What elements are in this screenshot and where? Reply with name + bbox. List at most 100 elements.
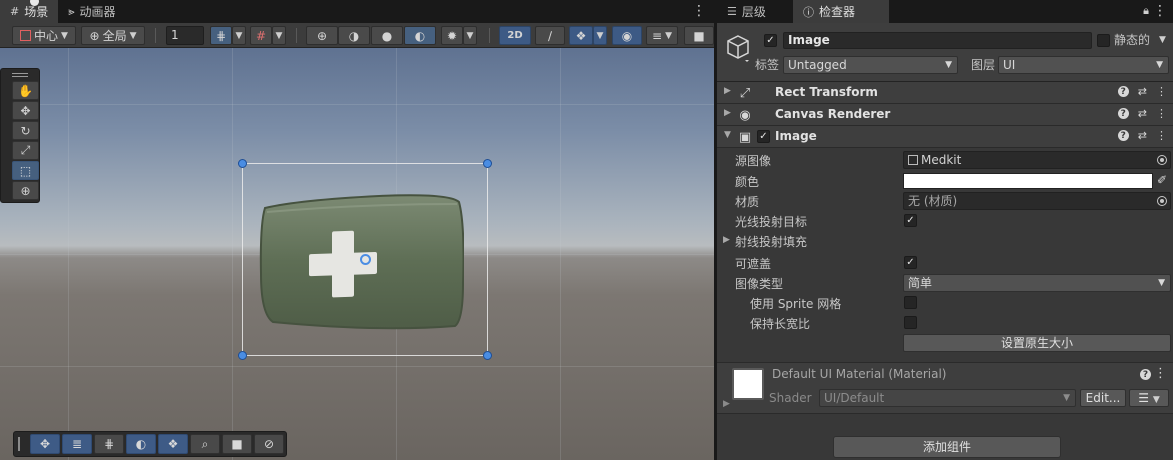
transform-tool-button[interactable]: ⊕ xyxy=(12,181,39,200)
rect-handle-bottom-right[interactable] xyxy=(483,351,492,360)
raycast-target-checkbox[interactable]: ✓ xyxy=(904,214,917,227)
overlay-drag-handle[interactable] xyxy=(18,437,24,451)
grid-snap-input[interactable]: 1 xyxy=(166,26,204,45)
shader-edit-button[interactable]: Edit... xyxy=(1080,389,1126,407)
material-label: 材质 xyxy=(735,195,760,209)
material-menu-icon[interactable]: ⋮ xyxy=(1154,366,1167,381)
component-menu-icon[interactable]: ⋮ xyxy=(1156,85,1167,98)
chevron-right-icon[interactable]: ▶ xyxy=(724,108,731,118)
increment-snap-menu[interactable]: ▼ xyxy=(272,26,286,45)
grid-snap-menu[interactable]: ▼ xyxy=(232,26,246,45)
tab-inspector[interactable]: ⓘ 检查器 xyxy=(793,0,889,23)
color-swatch[interactable] xyxy=(903,173,1153,189)
increment-snap-toggle[interactable]: # xyxy=(250,26,272,45)
pivot-handle[interactable] xyxy=(360,254,371,265)
orientation-button[interactable]: ⊘ xyxy=(254,434,284,454)
chevron-down-icon[interactable]: ▼ xyxy=(724,130,731,140)
eye-icon: ◉ xyxy=(739,107,751,123)
component-menu-icon[interactable]: ⋮ xyxy=(1156,129,1167,142)
lock-icon[interactable]: 🔒︎ xyxy=(1143,4,1149,18)
rect-tool-button[interactable]: ⬚ xyxy=(12,161,39,180)
rotate-tool-button[interactable]: ↻ xyxy=(12,121,39,140)
unlit-shading-button[interactable]: ● xyxy=(371,26,403,45)
grid-visibility-button[interactable]: ⋕ xyxy=(94,434,124,454)
shading-button[interactable]: ◐ xyxy=(126,434,156,454)
object-picker-icon[interactable] xyxy=(1157,196,1167,206)
space-dropdown[interactable]: ⊕ 全局 ▼ xyxy=(81,26,145,45)
align-button[interactable]: ≣ xyxy=(62,434,92,454)
chevron-right-icon[interactable]: ▶ xyxy=(724,86,731,96)
help-icon[interactable]: ? xyxy=(1140,369,1151,380)
pivot-dropdown[interactable]: 中心 ▼ xyxy=(12,26,76,45)
gameobject-cube-icon[interactable] xyxy=(725,33,751,63)
component-menu-icon[interactable]: ⋮ xyxy=(1156,107,1167,120)
lighting-toggle[interactable]: ∕ xyxy=(535,26,565,45)
overlay-drag-handle[interactable] xyxy=(1,71,39,79)
shaded-wireframe-button[interactable]: ◑ xyxy=(338,26,370,45)
help-icon[interactable]: ? xyxy=(1117,130,1129,141)
use-sprite-mesh-checkbox[interactable] xyxy=(904,296,917,309)
preserve-aspect-checkbox[interactable] xyxy=(904,316,917,329)
chevron-down-icon: ▼ xyxy=(596,30,604,41)
effects-toggle[interactable]: ❖ xyxy=(569,26,593,45)
layers-button[interactable]: ❖ xyxy=(158,434,188,454)
mode-2d-toggle[interactable]: 2D xyxy=(499,26,531,45)
chevron-right-icon[interactable]: ▶ xyxy=(723,399,730,409)
eyedropper-icon[interactable]: ✐ xyxy=(1157,173,1167,187)
rect-handle-top-left[interactable] xyxy=(238,159,247,168)
presets-icon[interactable]: ⇄ xyxy=(1138,129,1147,142)
static-menu-icon[interactable]: ▼ xyxy=(1159,35,1166,45)
help-icon[interactable]: ? xyxy=(1117,108,1129,119)
tab-hierarchy[interactable]: ☰ 层级 xyxy=(717,0,776,23)
material-field[interactable]: 无 (材质) xyxy=(903,192,1171,210)
pivot-label: 中心 xyxy=(34,29,59,43)
add-component-button[interactable]: 添加组件 xyxy=(833,436,1061,458)
tab-animator[interactable]: ⪢ 动画器 xyxy=(58,0,125,23)
layers-dropdown[interactable]: ≡ ▼ xyxy=(646,26,678,45)
shader-dropdown[interactable]: UI/Default ▼ xyxy=(819,389,1076,407)
presets-icon[interactable]: ⇄ xyxy=(1138,85,1147,98)
help-icon[interactable]: ? xyxy=(1117,86,1129,97)
active-checkbox[interactable]: ✓ xyxy=(764,34,777,47)
camera-button[interactable]: ■ xyxy=(222,434,252,454)
presets-icon[interactable]: ⇄ xyxy=(1138,107,1147,120)
rect-handle-top-right[interactable] xyxy=(483,159,492,168)
inspector-menu-icon[interactable]: ⋮ xyxy=(1153,3,1167,19)
move-snap-button[interactable]: ✥ xyxy=(30,434,60,454)
chevron-right-icon[interactable]: ▶ xyxy=(723,235,730,245)
camera-settings-button[interactable]: ■ xyxy=(684,26,714,45)
tag-dropdown[interactable]: Untagged ▼ xyxy=(783,56,958,74)
prop-raycast-padding[interactable]: ▶ 射线投射填充 xyxy=(717,231,1173,251)
component-canvas-renderer[interactable]: ▶ ◉ Canvas Renderer ? ⇄ ⋮ xyxy=(717,104,1173,126)
search-button[interactable]: ⌕ xyxy=(190,434,220,454)
grid-snap-toggle[interactable]: ⋕ xyxy=(210,26,232,45)
debug-draw-mode-menu[interactable]: ▼ xyxy=(463,26,477,45)
scene-visibility-toggle[interactable]: ◉ xyxy=(612,26,642,45)
scene-viewport[interactable]: ✋ ✥ ↻ ⤢ ⬚ ⊕ ✥ ≣ ⋕ ◐ ❖ ⌕ ■ ⊘ xyxy=(0,48,714,460)
static-checkbox[interactable] xyxy=(1097,34,1110,47)
debug-draw-mode-button[interactable]: ✹ xyxy=(441,26,463,45)
component-rect-transform[interactable]: ▶ ⤢ Rect Transform ? ⇄ ⋮ xyxy=(717,82,1173,104)
object-picker-icon[interactable] xyxy=(1157,155,1167,165)
scale-tool-button[interactable]: ⤢ xyxy=(12,141,39,160)
tab-scene[interactable]: # 场景 xyxy=(0,0,59,23)
object-name-field[interactable]: Image xyxy=(783,32,1092,49)
lit-shading-button[interactable]: ◐ xyxy=(404,26,436,45)
layer-dropdown[interactable]: UI ▼ xyxy=(998,56,1169,74)
rect-handle-bottom-left[interactable] xyxy=(238,351,247,360)
image-enabled-checkbox[interactable]: ✓ xyxy=(757,130,770,143)
view-tool-button[interactable]: ✋ xyxy=(12,81,39,100)
rect-transform-icon: ⤢ xyxy=(739,85,751,101)
scene-menu-icon[interactable]: ⋮ xyxy=(692,3,706,19)
component-image[interactable]: ▼ ▣ ✓ Image ? ⇄ ⋮ xyxy=(717,126,1173,148)
shader-options-button[interactable]: ☰ ▼ xyxy=(1129,389,1169,407)
lit-sphere-icon: ◐ xyxy=(414,28,426,43)
maskable-checkbox[interactable]: ✓ xyxy=(904,256,917,269)
set-native-size-button[interactable]: 设置原生大小 xyxy=(903,334,1171,352)
wireframe-shading-button[interactable]: ⊕ xyxy=(306,26,338,45)
effects-menu[interactable]: ▼ xyxy=(593,26,607,45)
source-image-field[interactable]: Medkit xyxy=(903,151,1171,169)
move-tool-button[interactable]: ✥ xyxy=(12,101,39,120)
material-swatch[interactable] xyxy=(732,368,764,400)
image-type-dropdown[interactable]: 简单 ▼ xyxy=(903,274,1171,292)
